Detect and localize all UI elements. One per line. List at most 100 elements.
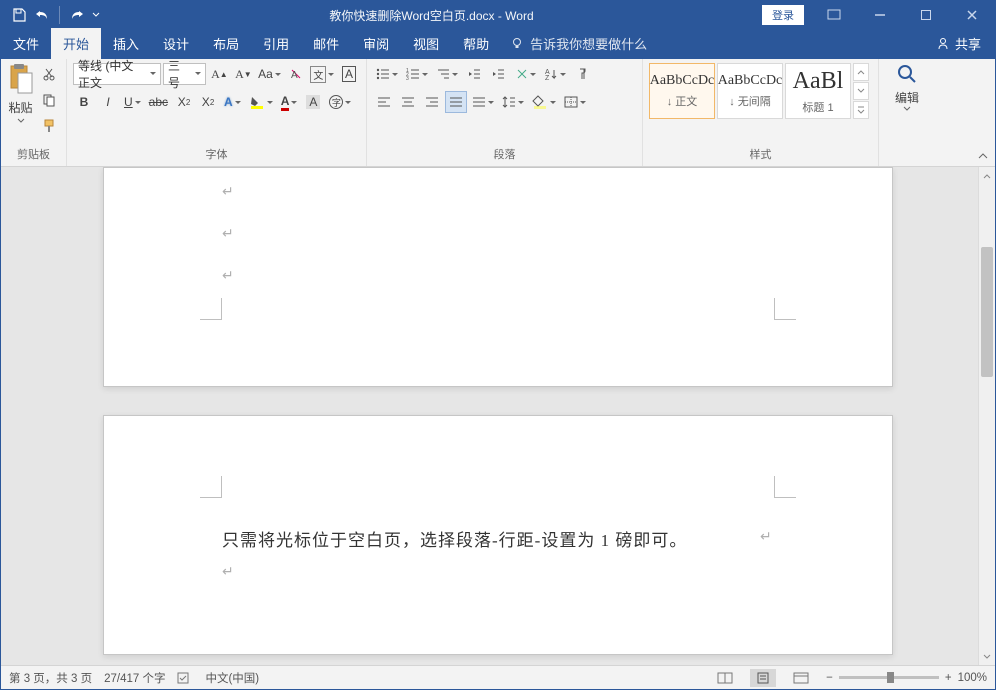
tab-review[interactable]: 审阅 (351, 28, 401, 59)
tab-file[interactable]: 文件 (1, 28, 51, 59)
tellme-search[interactable]: 告诉我你想要做什么 (501, 28, 657, 59)
font-family-combo[interactable]: 等线 (中文正文 (73, 63, 161, 85)
align-left-icon[interactable] (373, 91, 395, 113)
paragraph-mark: ↵ (222, 268, 234, 285)
borders-icon[interactable] (561, 91, 589, 113)
save-icon[interactable] (9, 5, 29, 25)
underline-icon[interactable]: U (121, 91, 144, 113)
group-clipboard: 粘贴 剪贴板 (1, 59, 67, 166)
tab-help[interactable]: 帮助 (451, 28, 501, 59)
ribbon-display-icon[interactable] (811, 1, 857, 29)
copy-icon[interactable] (38, 89, 60, 111)
find-button[interactable]: 编辑 (888, 63, 926, 148)
align-right-icon[interactable] (421, 91, 443, 113)
scroll-down-icon[interactable] (979, 648, 995, 665)
zoom-percent[interactable]: 100% (958, 672, 987, 684)
align-distribute-icon[interactable] (469, 91, 497, 113)
cut-icon[interactable] (38, 63, 60, 85)
text-effects-icon[interactable]: A (221, 91, 244, 113)
svg-text:3: 3 (406, 76, 409, 80)
tab-home[interactable]: 开始 (51, 28, 101, 59)
multilevel-list-icon[interactable] (433, 63, 461, 85)
character-shading-icon[interactable]: A (302, 91, 324, 113)
sort-icon[interactable]: AZ (541, 63, 569, 85)
enclose-char-icon[interactable]: 字 (326, 91, 354, 113)
bullets-icon[interactable] (373, 63, 401, 85)
scroll-up-icon[interactable] (979, 167, 995, 184)
character-border-icon[interactable]: A (338, 63, 360, 85)
undo-icon[interactable] (33, 5, 53, 25)
chevron-down-icon (903, 106, 911, 111)
gallery-more-icon[interactable] (853, 101, 869, 119)
phonetic-guide-icon[interactable]: 文 (309, 63, 336, 85)
page-indicator[interactable]: 第 3 页，共 3 页 (9, 670, 92, 686)
paste-button[interactable]: 粘贴 (7, 63, 34, 144)
change-case-icon[interactable]: Aa (256, 63, 282, 85)
paragraph-mark: ↵ (222, 564, 234, 581)
clear-format-icon[interactable]: A (285, 63, 307, 85)
zoom-slider[interactable] (839, 676, 939, 679)
vertical-scrollbar[interactable] (978, 167, 995, 665)
tab-layout[interactable]: 布局 (201, 28, 251, 59)
page-2[interactable]: 只需将光标位于空白页，选择段落-行距-设置为 1 磅即可。 ↵ ↵ (103, 415, 893, 655)
tab-insert[interactable]: 插入 (101, 28, 151, 59)
tab-design[interactable]: 设计 (151, 28, 201, 59)
ribbon: 粘贴 剪贴板 等线 (中文正文 三号 A▲ A▼ Aa A 文 A (1, 59, 995, 167)
font-size-combo[interactable]: 三号 (163, 63, 206, 85)
bold-icon[interactable]: B (73, 91, 95, 113)
group-font: 等线 (中文正文 三号 A▲ A▼ Aa A 文 A B I U abc X2 … (67, 59, 367, 166)
zoom-out-icon[interactable]: − (826, 672, 833, 684)
print-layout-icon[interactable] (750, 669, 776, 687)
close-icon[interactable] (949, 1, 995, 29)
asian-layout-icon[interactable] (511, 63, 539, 85)
read-mode-icon[interactable] (712, 669, 738, 687)
web-layout-icon[interactable] (788, 669, 814, 687)
show-marks-icon[interactable] (571, 63, 593, 85)
font-color-icon[interactable]: A (278, 91, 301, 113)
minimize-icon[interactable] (857, 1, 903, 29)
word-count[interactable]: 27/417 个字 (104, 670, 165, 686)
tab-references[interactable]: 引用 (251, 28, 301, 59)
share-label: 共享 (955, 34, 981, 53)
body-text: 只需将光标位于空白页，选择段落-行距-设置为 1 磅即可。 (222, 526, 687, 551)
qat-customize-icon[interactable] (90, 5, 102, 25)
italic-icon[interactable]: I (97, 91, 119, 113)
shrink-font-icon[interactable]: A▼ (232, 63, 254, 85)
zoom-knob[interactable] (887, 672, 894, 683)
style-heading1[interactable]: AaBl 标题 1 (785, 63, 851, 119)
style-preview: AaBl (793, 68, 844, 95)
grow-font-icon[interactable]: A▲ (208, 63, 230, 85)
collapse-ribbon-icon[interactable] (977, 150, 989, 162)
highlight-icon[interactable] (246, 91, 276, 113)
format-painter-icon[interactable] (38, 115, 60, 137)
gallery-down-icon[interactable] (853, 82, 869, 100)
increase-indent-icon[interactable] (487, 63, 509, 85)
scroll-thumb[interactable] (981, 247, 993, 377)
align-center-icon[interactable] (397, 91, 419, 113)
style-nospacing[interactable]: AaBbCcDc ↓ 无间隔 (717, 63, 783, 119)
line-spacing-icon[interactable] (499, 91, 527, 113)
group-clipboard-label: 剪贴板 (7, 144, 60, 164)
zoom-in-icon[interactable]: + (945, 672, 952, 684)
tab-mail[interactable]: 邮件 (301, 28, 351, 59)
gallery-up-icon[interactable] (853, 63, 869, 81)
svg-text:A: A (291, 70, 298, 81)
shading-icon[interactable] (529, 91, 559, 113)
decrease-indent-icon[interactable] (463, 63, 485, 85)
maximize-icon[interactable] (903, 1, 949, 29)
language-indicator[interactable]: 中文(中国) (205, 670, 259, 686)
numbering-icon[interactable]: 123 (403, 63, 431, 85)
style-normal[interactable]: AaBbCcDc ↓ 正文 (649, 63, 715, 119)
subscript-icon[interactable]: X2 (173, 91, 195, 113)
align-justify-icon[interactable] (445, 91, 467, 113)
redo-icon[interactable] (66, 5, 86, 25)
quick-access-toolbar (1, 5, 102, 25)
group-paragraph-label: 段落 (373, 144, 636, 164)
strikethrough-icon[interactable]: abc (146, 91, 171, 113)
page-1[interactable]: ↵ ↵ ↵ (103, 167, 893, 387)
signin-button[interactable]: 登录 (761, 4, 805, 26)
share-button[interactable]: 共享 (923, 28, 995, 59)
tab-view[interactable]: 视图 (401, 28, 451, 59)
spellcheck-icon[interactable] (177, 671, 193, 685)
superscript-icon[interactable]: X2 (197, 91, 219, 113)
